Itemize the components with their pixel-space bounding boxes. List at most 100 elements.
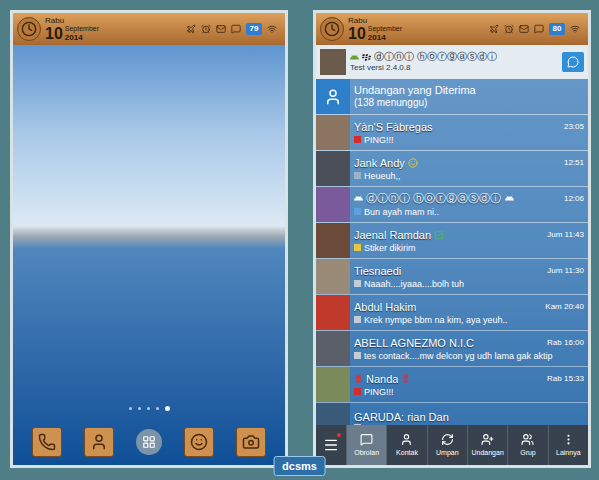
chat-row[interactable]: Yàn'S Fàbregas23:05PING!!! [316,115,588,151]
chat-row[interactable]: ⓓⓘⓝⓘ ⓗⓞⓡⓖⓐⓢⓓⓘ12:06Bun ayah mam ni.. [316,187,588,223]
mail-icon [519,24,529,34]
month-label: September [368,25,402,33]
nav-tab[interactable]: Grup [507,425,547,465]
message-marker [354,172,361,179]
page-dot[interactable] [129,407,132,410]
message-icon [534,24,544,34]
message-marker [354,388,361,395]
dock [13,419,285,465]
chat-row[interactable]: Jank Andy12:51Heueuh,, [316,151,588,187]
nav-tab[interactable]: Undangan [467,425,507,465]
invite-row[interactable]: Undangan yang Diterima(138 menunggu) [316,79,588,115]
alarm-icon [504,24,514,34]
avatar [316,403,350,425]
chat-time: Rab 16:00 [547,338,584,348]
rose-icon [354,374,363,383]
date-block: Rabu10September2014 [45,16,99,42]
alarm-icon [201,24,211,34]
message-marker [354,244,361,251]
nav-tab[interactable]: Kontak [386,425,426,465]
chat-row[interactable]: NandaRab 15:33PING!!! [316,367,588,403]
message-marker [354,352,361,359]
last-message: PING!!! [364,386,394,398]
camera-icon[interactable] [236,427,266,457]
avatar [316,115,350,150]
last-message: PING!!! [364,134,394,146]
avatar [316,367,350,402]
page-indicator [13,406,285,419]
nav-tab[interactable]: Lainnya [548,425,588,465]
nav-label: Umpan [436,448,459,457]
signal-icon [570,24,580,34]
chat-row[interactable]: GARUDA: rian Dan [316,403,588,425]
invite-icon [316,79,350,114]
android-icon [505,194,514,203]
avatar [316,223,350,258]
chat-row[interactable]: ABELL AGNEZMO N.I.C Rab 16:00 tes contack.… [316,331,588,367]
avatar [316,259,350,294]
contacts-icon[interactable] [84,427,114,457]
chat-time: Rab 15:33 [547,374,584,384]
verified-icon [434,230,444,240]
date-label: 10 [348,26,366,42]
cool-smiley-icon [408,158,418,168]
wallpaper [13,45,285,465]
clock-icon [17,17,41,41]
page-dot[interactable] [147,407,150,410]
message-marker [354,280,361,287]
chat-row[interactable]: TiesnaediJum 11:30Naaah....iyaaa....bolh… [316,259,588,295]
page-dot[interactable] [138,407,141,410]
watermark: dcsms [273,456,326,477]
month-label: September [65,25,99,33]
contact-name: Abdul Hakim [354,300,416,314]
chat-row[interactable]: Jaenal Ramdan Jum 11:43 Stiker dikirim [316,223,588,259]
page-dot[interactable] [165,406,170,411]
status-bar: Rabu10September201480 [316,13,588,45]
nav-label: Grup [520,448,536,457]
android-icon [350,53,359,62]
chat-time: 23:05 [564,122,584,132]
invite-count: (138 menunggu) [354,97,584,109]
invite-title: Undangan yang Diterima [354,84,584,97]
avatar [316,331,350,366]
avatar [316,151,350,186]
home-phone: Rabu10September201479 [10,10,288,468]
clock-icon [320,17,344,41]
last-message: Heueuh,, [364,170,401,182]
apps-icon[interactable] [136,429,162,455]
nav-tab[interactable]: Umpan [427,425,467,465]
day-label: Rabu [45,16,99,25]
chat-time: Jum 11:43 [547,230,584,240]
contact-name: Jaenal Ramdan [354,228,431,242]
message-icon [231,24,241,34]
day-label: Rabu [348,16,402,25]
avatar [316,187,350,222]
chat-time: 12:51 [564,158,584,168]
last-message: Naaah....iyaaa....bolh tuh [364,278,464,290]
mail-icon [216,24,226,34]
date-block: Rabu10September2014 [348,16,402,42]
status-bar: Rabu10September201479 [13,13,285,45]
date-label: 10 [45,26,63,42]
last-message: tes contack....mw delcon yg udh lama gak… [364,350,553,362]
message-marker [354,136,361,143]
nav-label: Kontak [396,448,418,457]
contact-name: ⓓⓘⓝⓘ ⓗⓞⓡⓖⓐⓢⓓⓘ [366,192,502,206]
chat-list: Undangan yang Diterima(138 menunggu)Yàn'… [316,79,588,425]
chat-button-icon[interactable] [562,52,584,72]
nav-label: Undangan [471,448,503,457]
phone-icon[interactable] [32,427,62,457]
chat-time: Jum 11:30 [547,266,584,276]
last-message: Stiker dikirim [364,242,416,254]
page-dot[interactable] [156,407,159,410]
smiley-icon[interactable] [184,427,214,457]
contact-name: ABELL AGNEZMO N.I.C [354,336,474,350]
nav-tab[interactable]: Obrolan [346,425,386,465]
chat-row[interactable]: Abdul HakimKam 20:40Krek nympe bbm na ki… [316,295,588,331]
last-message: Krek nympe bbm na kim, aya yeuh.. [364,314,508,326]
profile-name: ⓓⓘⓝⓘ ⓗⓞⓡⓖⓐⓢⓓⓘ [374,51,497,63]
contact-name: GARUDA: rian Dan [354,410,449,424]
airplane-icon [489,24,499,34]
bbm-phone: Rabu10September201480ⓓⓘⓝⓘ ⓗⓞⓡⓖⓐⓢⓓⓘTest v… [313,10,591,468]
profile-avatar[interactable] [320,49,346,75]
